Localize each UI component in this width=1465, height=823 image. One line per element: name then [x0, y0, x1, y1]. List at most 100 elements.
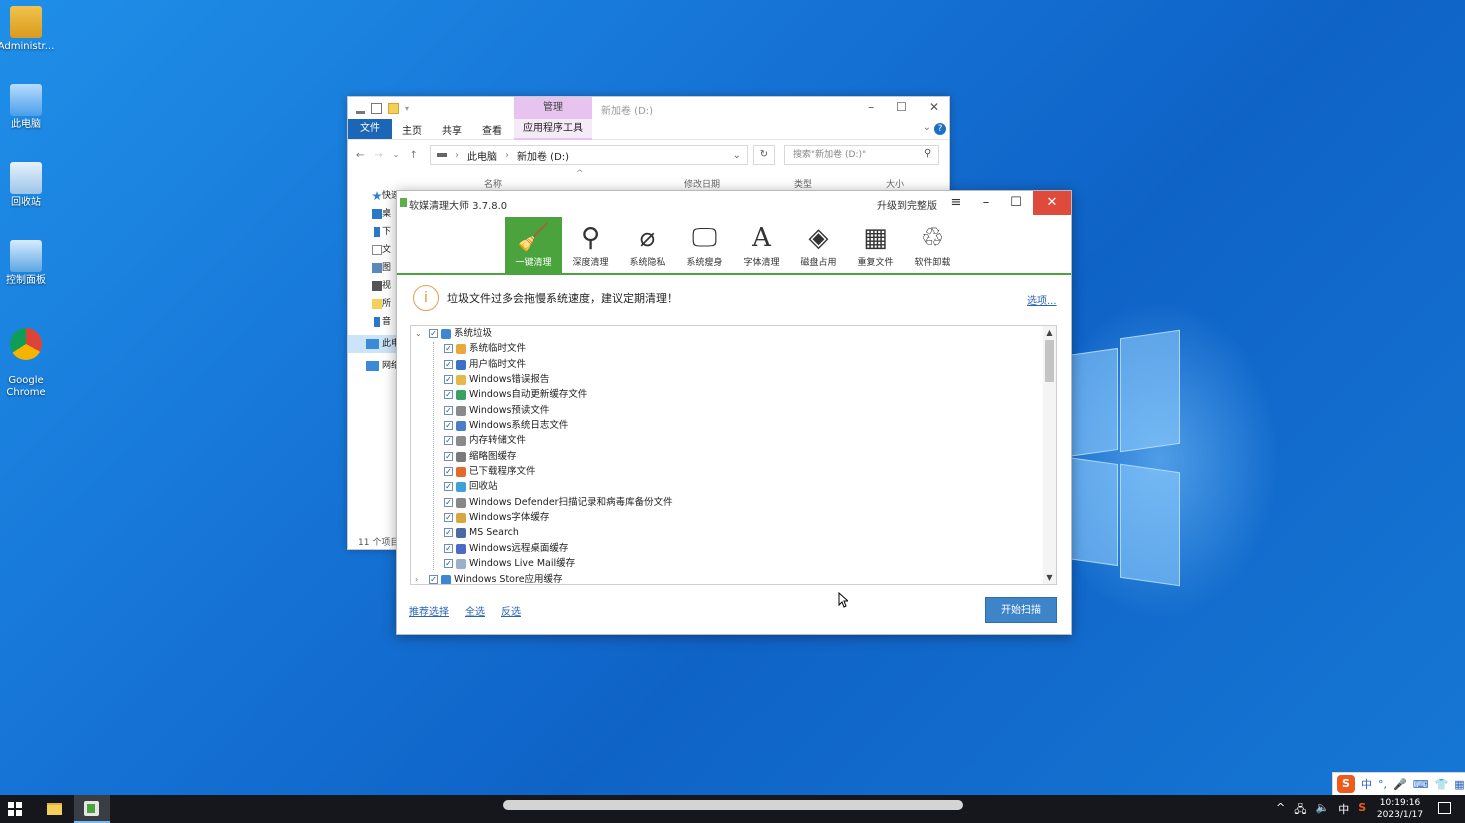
sidebar-item-documents[interactable]: 文	[348, 241, 400, 259]
checkbox[interactable]: ✓	[444, 390, 453, 400]
forward-arrow-icon[interactable]: →	[374, 150, 382, 161]
punctuation-icon[interactable]: °,	[1378, 778, 1387, 791]
tray-expand-icon[interactable]: ^	[1276, 801, 1285, 820]
checkbox[interactable]: ✓	[444, 344, 453, 354]
menu-icon[interactable]: ≡	[941, 191, 971, 215]
keyboard-icon[interactable]: ⌨	[1413, 778, 1429, 791]
tree-row[interactable]: ✓ 缩略图缓存	[411, 449, 1056, 464]
tree-row[interactable]: ✓ 用户临时文件	[411, 357, 1056, 372]
checkbox[interactable]: ✓	[444, 528, 453, 538]
maximize-icon[interactable]: ☐	[1001, 191, 1031, 215]
desktop-icon-recycle-bin[interactable]: 回收站	[0, 162, 56, 209]
column-type[interactable]: 类型	[794, 177, 812, 190]
start-button[interactable]	[8, 802, 22, 816]
address-dropdown-icon[interactable]: ⌄	[733, 150, 741, 161]
up-arrow-icon[interactable]: ↑	[409, 150, 417, 161]
tool-uninstall[interactable]: ♲ 软件卸载	[904, 217, 961, 273]
checkbox[interactable]: ✓	[444, 513, 453, 523]
tool-deep-clean[interactable]: ⚲ 深度清理	[562, 217, 619, 273]
select-all-link[interactable]: 全选	[465, 603, 485, 618]
scroll-down-icon[interactable]: ▼	[1043, 573, 1056, 582]
sidebar-item-folder[interactable]: 所	[348, 295, 400, 313]
breadcrumb-drive[interactable]: 新加卷 (D:)	[517, 148, 569, 163]
tree-row[interactable]: ✓ Windows字体缓存	[411, 510, 1056, 525]
network-icon[interactable]: 🖧	[1294, 801, 1306, 820]
checkbox[interactable]: ✓	[444, 359, 453, 369]
tree-row[interactable]: ✓ 内存转储文件	[411, 433, 1056, 448]
tab-file[interactable]: 文件	[348, 119, 392, 139]
chevron-down-icon[interactable]: ▾	[405, 104, 409, 113]
desktop-icon-control-panel[interactable]: 控制面板	[0, 240, 56, 287]
start-scan-button[interactable]: 开始扫描	[985, 597, 1057, 623]
checkbox[interactable]: ✓	[444, 543, 453, 553]
checkbox[interactable]: ✓	[444, 451, 453, 461]
notification-center-icon[interactable]	[1438, 802, 1451, 814]
sidebar-item-pictures[interactable]: 图	[348, 259, 400, 277]
minimize-icon[interactable]: –	[971, 191, 1001, 215]
column-modified[interactable]: 修改日期	[684, 177, 720, 190]
scroll-up-icon[interactable]: ▲	[1043, 328, 1056, 337]
sidebar-item-this-pc[interactable]: 此电	[348, 335, 400, 353]
upgrade-link[interactable]: 升级到完整版	[877, 197, 937, 212]
invert-link[interactable]: 反选	[501, 603, 521, 618]
breadcrumb-this-pc[interactable]: 此电脑	[467, 148, 497, 163]
skin-icon[interactable]: 👕	[1435, 778, 1449, 791]
toolbox-icon[interactable]: ▦	[1454, 778, 1464, 791]
input-language[interactable]: 中	[1338, 801, 1349, 820]
tab-share[interactable]: 共享	[432, 122, 472, 137]
microphone-icon[interactable]: 🎤	[1393, 778, 1407, 791]
tree-row[interactable]: ✓ Windows预读文件	[411, 403, 1056, 418]
address-bar[interactable]: › 此电脑 › 新加卷 (D:) ⌄	[430, 145, 748, 165]
tree-row[interactable]: ✓ Windows错误报告	[411, 372, 1056, 387]
search-input[interactable]: 搜索"新加卷 (D:)"	[784, 145, 939, 165]
column-name[interactable]: 名称	[484, 177, 502, 190]
collapse-icon[interactable]: ⌄	[415, 326, 422, 341]
tree-row[interactable]: ✓ 回收站	[411, 479, 1056, 494]
checkbox[interactable]: ✓	[444, 421, 453, 431]
tab-manage[interactable]: 管理	[514, 97, 592, 119]
tab-app-tools[interactable]: 应用程序工具	[514, 119, 592, 140]
taskbar-explorer[interactable]	[36, 795, 72, 823]
sidebar-item-desktop[interactable]: 桌	[348, 205, 400, 223]
sidebar-item-network[interactable]: 网络	[348, 357, 400, 375]
tab-home[interactable]: 主页	[392, 122, 432, 137]
checkbox[interactable]: ✓	[444, 375, 453, 385]
checkbox[interactable]: ✓	[444, 497, 453, 507]
tree-row[interactable]: ✓ Windows系统日志文件	[411, 418, 1056, 433]
properties-icon[interactable]	[371, 102, 382, 114]
recommended-link[interactable]: 推荐选择	[409, 603, 449, 618]
clock[interactable]: 10:19:16 2023/1/17	[1370, 797, 1430, 821]
taskbar-cleaner[interactable]	[74, 795, 110, 823]
sidebar-item-music[interactable]: 音	[348, 313, 400, 331]
back-arrow-icon[interactable]: ←	[356, 150, 364, 161]
refresh-icon[interactable]: ↻	[753, 145, 775, 165]
volume-icon[interactable]: 🔈	[1315, 801, 1329, 820]
tool-privacy[interactable]: ⌀ 系统隐私	[619, 217, 676, 273]
desktop-icon-chrome[interactable]: Google Chrome	[0, 316, 56, 399]
maximize-icon[interactable]: ☐	[896, 100, 907, 114]
tool-disk-usage[interactable]: ◈ 磁盘占用	[790, 217, 847, 273]
tab-view[interactable]: 查看	[472, 122, 512, 137]
checkbox[interactable]: ✓	[444, 559, 453, 569]
checkbox[interactable]: ✓	[429, 574, 438, 584]
checkbox[interactable]: ✓	[444, 405, 453, 415]
tree-row[interactable]: ✓ MS Search	[411, 525, 1056, 540]
expand-icon[interactable]: ›	[415, 572, 418, 585]
tree-row[interactable]: ✓ 系统临时文件	[411, 341, 1056, 356]
sogou-tray-icon[interactable]: S	[1358, 801, 1366, 820]
checkbox[interactable]: ✓	[444, 482, 453, 492]
sidebar-item-downloads[interactable]: 下	[348, 223, 400, 241]
checkbox[interactable]: ✓	[444, 467, 453, 477]
tree-row[interactable]: ✓ Windows Defender扫描记录和病毒库备份文件	[411, 495, 1056, 510]
tool-one-click-clean[interactable]: 🧹 一键清理	[505, 217, 562, 273]
minimize-icon[interactable]: –	[868, 100, 874, 114]
tree-scrollbar[interactable]: ▲ ▼	[1043, 326, 1056, 584]
search-icon[interactable]: ⚲	[924, 148, 931, 159]
recent-chevron-icon[interactable]: ⌄	[393, 150, 400, 161]
tree-row[interactable]: ⌄ ✓ 系统垃圾	[411, 326, 1056, 341]
desktop-icon-this-pc[interactable]: 此电脑	[0, 84, 56, 131]
quick-access-toolbar[interactable]: ▾	[356, 102, 409, 114]
tree-row[interactable]: › ✓ Windows Store应用缓存	[411, 572, 1056, 585]
tool-slim[interactable]: 🖵 系统瘦身	[676, 217, 733, 273]
sidebar-item-quick-access[interactable]: 快速	[348, 187, 400, 205]
